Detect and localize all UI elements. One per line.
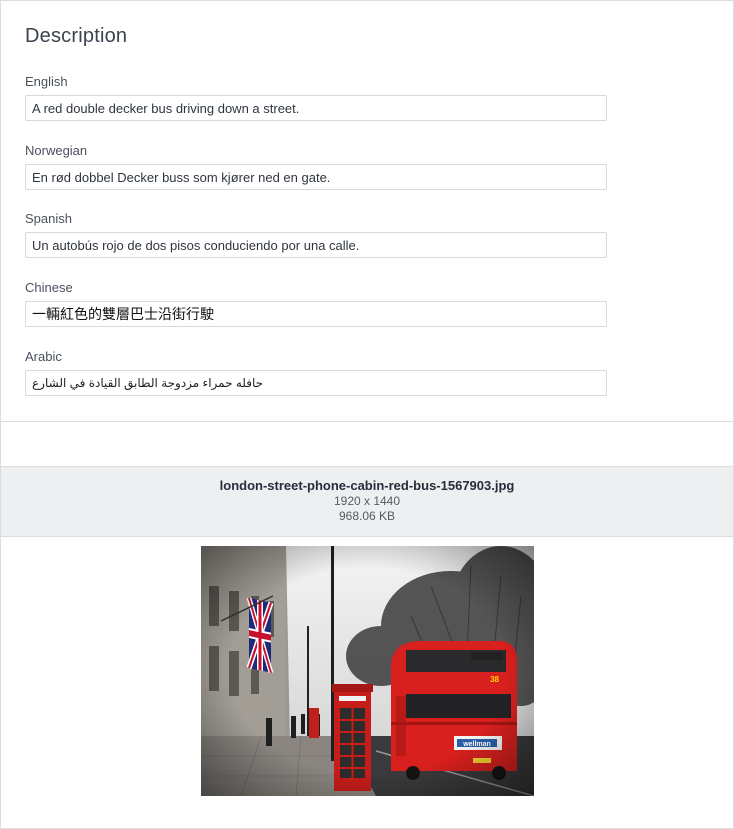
file-name: london-street-phone-cabin-red-bus-156790… bbox=[219, 478, 515, 493]
image-details-panel: Description English Norwegian Spanish Ch… bbox=[0, 0, 734, 829]
file-dimensions: 1920 x 1440 bbox=[333, 494, 401, 508]
file-info: london-street-phone-cabin-red-bus-156790… bbox=[1, 466, 733, 537]
spanish-field: Spanish bbox=[25, 210, 607, 258]
arabic-label: Arabic bbox=[25, 349, 62, 364]
description-heading: Description bbox=[25, 25, 128, 47]
arabic-input[interactable] bbox=[25, 370, 607, 396]
file-size: 968.06 KB bbox=[338, 509, 396, 523]
london-street-photo: 38 wellman bbox=[201, 546, 534, 796]
english-input[interactable] bbox=[25, 95, 607, 121]
spanish-input[interactable] bbox=[25, 232, 607, 258]
english-label: English bbox=[25, 74, 68, 89]
chinese-label: Chinese bbox=[25, 280, 73, 295]
spanish-label: Spanish bbox=[25, 211, 72, 226]
norwegian-input[interactable] bbox=[25, 164, 607, 190]
norwegian-label: Norwegian bbox=[25, 143, 88, 158]
chinese-input[interactable] bbox=[25, 301, 607, 327]
arabic-field: Arabic bbox=[25, 348, 607, 396]
image-preview[interactable]: 38 wellman bbox=[201, 546, 534, 796]
norwegian-field: Norwegian bbox=[25, 142, 607, 190]
chinese-field: Chinese bbox=[25, 279, 607, 327]
english-field: English bbox=[25, 73, 607, 121]
description-section: Description English Norwegian Spanish Ch… bbox=[1, 1, 733, 422]
